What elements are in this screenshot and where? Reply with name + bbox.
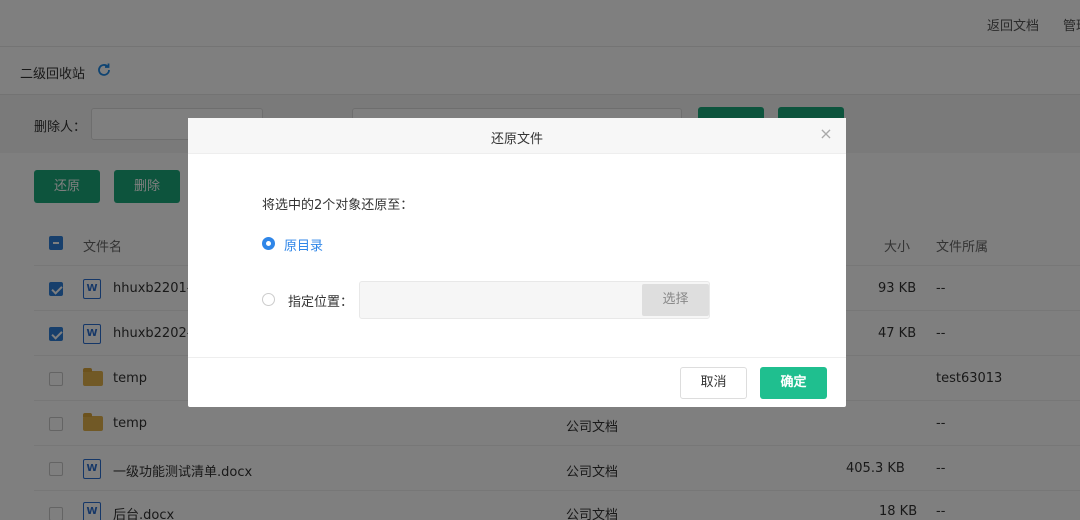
dialog-footer: 取消 确定 [188,357,846,407]
dialog-title: 还原文件 [490,132,543,147]
dialog-header: 还原文件 × [188,118,846,154]
option-original-directory-label[interactable]: 原目录 [284,235,323,254]
option-custom-location-label[interactable]: 指定位置： [288,291,353,310]
choose-location-button[interactable]: 选择 [642,284,709,316]
radio-custom-location[interactable] [262,293,275,306]
close-icon[interactable]: × [818,126,834,142]
confirm-button[interactable]: 确定 [760,367,827,399]
restore-message: 将选中的2个对象还原至： [262,198,414,213]
radio-original-directory[interactable] [262,237,275,250]
cancel-button[interactable]: 取消 [680,367,747,399]
restore-file-dialog: 还原文件 × 将选中的2个对象还原至： 原目录 指定位置： 选择 取消 确定 [188,118,846,407]
